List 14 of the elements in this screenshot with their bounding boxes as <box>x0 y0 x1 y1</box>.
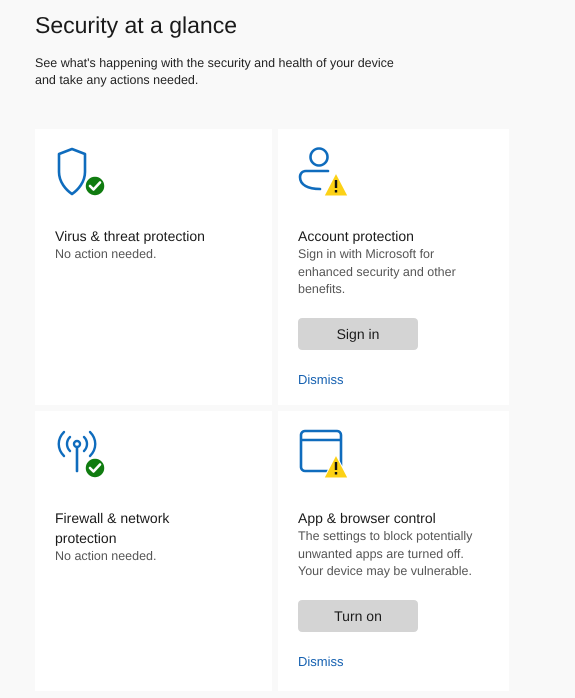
dismiss-link[interactable]: Dismiss <box>298 654 344 668</box>
action-button[interactable]: Sign in <box>298 318 418 350</box>
card-title: App & browser control <box>298 509 437 528</box>
page-subtitle: See what's happening with the security and health of your device and take any actions needed. <box>35 55 395 89</box>
card-description: No action needed. <box>55 548 158 565</box>
dismiss-link[interactable]: Dismiss <box>298 372 344 386</box>
card-title: Firewall & network protection <box>55 509 170 548</box>
card-description: Sign in with Microsoft for enhanced security and other benefits. <box>298 246 457 298</box>
card-title: Account protection <box>298 227 415 246</box>
action-button[interactable]: Turn on <box>298 600 418 632</box>
card-description: The settings to block potentially unwanted apps are turned off. Your device may be vulnerable. <box>298 528 474 580</box>
page-title: Security at a glance <box>35 12 238 39</box>
card-description: No action needed. <box>55 246 158 263</box>
card-title: Virus & threat protection <box>55 227 206 246</box>
